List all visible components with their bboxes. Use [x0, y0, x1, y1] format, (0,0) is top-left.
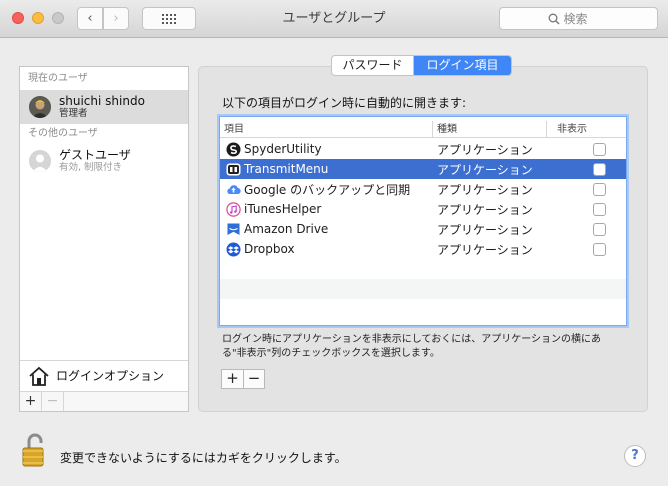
item-kind: アプリケーション	[437, 162, 533, 177]
item-name: Dropbox	[244, 242, 295, 256]
empty-row	[220, 279, 626, 299]
item-kind: アプリケーション	[437, 182, 533, 197]
current-user-role: 管理者	[59, 108, 88, 119]
table-header: 項目 種類 非表示	[220, 121, 626, 138]
amazon-drive-icon	[226, 222, 241, 237]
hide-checkbox[interactable]	[592, 202, 606, 216]
dropbox-icon	[226, 242, 241, 257]
google-backup-icon	[226, 182, 241, 197]
column-header-hide[interactable]: 非表示	[546, 121, 616, 138]
item-kind: アプリケーション	[437, 242, 533, 257]
hide-hint-text: ログイン時にアプリケーションを非表示にしておくには、アプリケーションの横にある"…	[222, 334, 601, 359]
spyder-icon	[226, 142, 241, 157]
current-users-section-label: 現在のユーザ	[28, 73, 88, 84]
remove-user-button[interactable]: −	[42, 392, 64, 411]
item-name: TransmitMenu	[244, 162, 329, 176]
table-rows: SpyderUtility アプリケーション TransmitMenu アプリケ…	[220, 139, 626, 319]
lock-hint-text: 変更できないようにするにはカギをクリックします。	[60, 451, 347, 465]
search-icon	[548, 13, 559, 24]
table-row[interactable]: Google のバックアップと同期 アプリケーション	[220, 179, 626, 199]
search-box[interactable]	[499, 7, 658, 30]
hide-checkbox[interactable]	[592, 242, 606, 256]
help-button[interactable]: ?	[624, 445, 646, 467]
item-kind: アプリケーション	[437, 222, 533, 237]
add-user-button[interactable]: +	[20, 392, 42, 411]
guest-user-status: 有効, 制限付き	[59, 162, 123, 173]
tab-password[interactable]: パスワード	[332, 56, 414, 75]
hide-checkbox[interactable]	[592, 142, 606, 156]
sidebar-user-current[interactable]: shuichi shindo 管理者	[20, 90, 188, 124]
guest-user-name: ゲストユーザ	[59, 148, 131, 162]
remove-login-item-button[interactable]: −	[243, 370, 264, 388]
item-name: Amazon Drive	[244, 222, 329, 236]
hide-checkbox[interactable]	[592, 182, 606, 196]
add-login-item-button[interactable]: +	[222, 370, 243, 388]
title-bar: ‹ › ユーザとグループ	[0, 0, 668, 38]
table-row[interactable]: SpyderUtility アプリケーション	[220, 139, 626, 159]
login-items-heading: 以下の項目がログイン時に自動的に開きます:	[222, 96, 467, 110]
user-photo-icon	[29, 96, 51, 118]
item-name: SpyderUtility	[244, 142, 322, 156]
current-user-name: shuichi shindo	[59, 94, 145, 108]
column-header-item[interactable]: 項目	[220, 121, 432, 138]
avatar	[29, 96, 51, 118]
empty-row	[220, 299, 626, 319]
search-input[interactable]	[563, 11, 610, 26]
sidebar-user-guest[interactable]: ゲストユーザ 有効, 制限付き	[20, 144, 188, 178]
hide-checkbox[interactable]	[592, 222, 606, 236]
item-kind: アプリケーション	[437, 202, 533, 217]
hide-checkbox[interactable]	[592, 162, 606, 176]
table-row[interactable]: Dropbox アプリケーション	[220, 239, 626, 259]
table-row[interactable]: iTunesHelper アプリケーション	[220, 199, 626, 219]
table-row[interactable]: Amazon Drive アプリケーション	[220, 219, 626, 239]
login-options-label: ログインオプション	[56, 369, 165, 383]
itunes-icon	[226, 201, 241, 217]
empty-row	[220, 259, 626, 279]
other-users-section-label: その他のユーザ	[28, 128, 98, 139]
padlock-open-icon	[22, 433, 44, 467]
login-items-table[interactable]: 項目 種類 非表示 SpyderUtility アプリケーション Transmi…	[219, 116, 627, 326]
table-row[interactable]: TransmitMenu アプリケーション	[220, 159, 626, 179]
avatar	[29, 150, 51, 172]
tab-bar: パスワード ログイン項目	[331, 55, 512, 76]
guest-user-icon	[29, 150, 51, 172]
column-header-kind[interactable]: 種類	[432, 121, 546, 138]
lock-button[interactable]	[20, 432, 50, 468]
house-icon	[29, 366, 49, 386]
item-kind: アプリケーション	[437, 142, 533, 157]
users-sidebar: 現在のユーザ shuichi shindo 管理者 その他のユーザ ゲストユーザ…	[19, 66, 189, 412]
tab-login-items[interactable]: ログイン項目	[414, 56, 511, 75]
item-name: iTunesHelper	[244, 202, 322, 216]
sidebar-toolbar: + −	[20, 391, 188, 411]
item-name: Google のバックアップと同期	[244, 182, 411, 197]
login-options-button[interactable]: ログインオプション	[20, 360, 188, 390]
users-groups-window: ‹ › ユーザとグループ 現在のユーザ	[0, 0, 668, 486]
transmit-icon	[226, 162, 241, 177]
login-items-toolbar: + −	[221, 369, 265, 389]
